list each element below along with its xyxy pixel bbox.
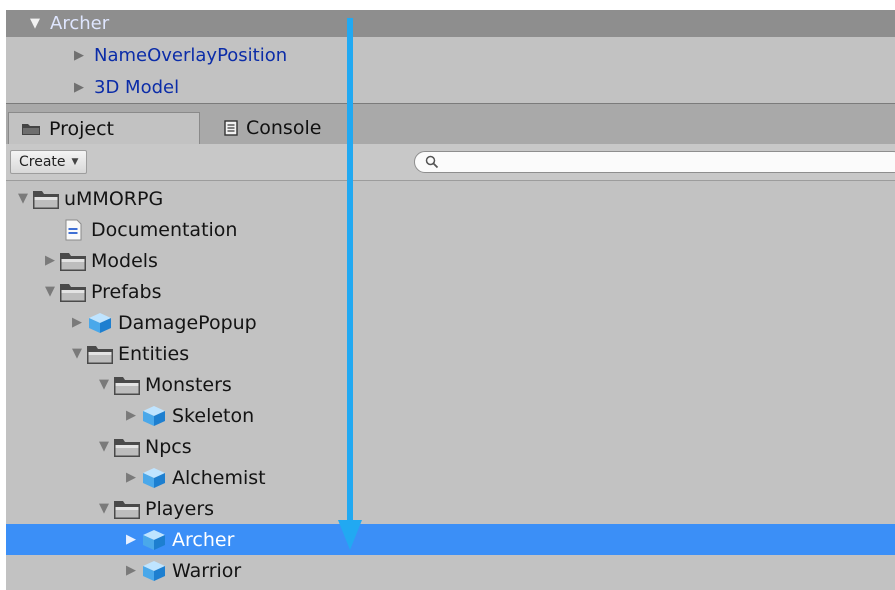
tree-item-label: Documentation	[91, 218, 238, 241]
expanded-triangle-icon[interactable]: ▼	[97, 501, 111, 516]
dropdown-caret-icon: ▼	[71, 157, 79, 167]
tree-item-warrior[interactable]: ▶ Warrior	[6, 555, 895, 586]
tab-bar: Project Console	[6, 104, 895, 144]
tab-console[interactable]: Console	[212, 112, 352, 144]
tree-item-alchemist[interactable]: ▶ Alchemist	[6, 462, 895, 493]
tree-item-label: Players	[145, 497, 215, 520]
project-tree: ▼ uMMORPG Documentation ▶ Models ▼ Prefabs ▶ Dam…	[6, 181, 895, 590]
hierarchy-item-label: 3D Model	[94, 76, 180, 98]
tree-item-skeleton[interactable]: ▶ Skeleton	[6, 400, 895, 431]
expanded-triangle-icon[interactable]: ▼	[70, 346, 84, 361]
tree-item-label: Skeleton	[172, 404, 255, 427]
collapsed-triangle-icon[interactable]: ▶	[70, 315, 84, 330]
hierarchy-item-label: Archer	[50, 12, 110, 34]
collapsed-triangle-icon[interactable]: ▶	[124, 563, 138, 578]
prefab-cube-icon	[86, 312, 114, 334]
hierarchy-item-label: NameOverlayPosition	[94, 44, 288, 66]
tab-label: Console	[246, 117, 322, 139]
hierarchy-panel: ▼ Archer ▶ NameOverlayPosition ▶ 3D Mode…	[6, 10, 895, 103]
project-toolbar: Create ▼	[6, 144, 895, 181]
expanded-triangle-icon[interactable]: ▼	[30, 16, 44, 31]
tree-item-models[interactable]: ▶ Models	[6, 245, 895, 276]
prefab-cube-icon	[140, 405, 168, 427]
search-input[interactable]	[439, 154, 865, 170]
collapsed-triangle-icon[interactable]: ▶	[124, 532, 138, 547]
folder-icon	[113, 436, 141, 458]
tree-item-label: Prefabs	[91, 280, 162, 303]
magnifier-icon	[425, 155, 439, 169]
tree-item-label: Npcs	[145, 435, 192, 458]
tree-item-documentation[interactable]: Documentation	[6, 214, 895, 245]
folder-icon	[59, 250, 87, 272]
create-label: Create	[19, 154, 66, 170]
tree-item-label: Models	[91, 249, 158, 272]
expanded-triangle-icon[interactable]: ▼	[97, 377, 111, 392]
folder-icon	[59, 281, 87, 303]
collapsed-triangle-icon[interactable]: ▶	[124, 408, 138, 423]
prefab-cube-icon	[140, 529, 168, 551]
tree-item-label: Warrior	[172, 559, 242, 582]
search-field[interactable]	[414, 151, 895, 173]
collapsed-triangle-icon[interactable]: ▶	[124, 470, 138, 485]
folder-icon	[113, 374, 141, 396]
tree-item-npcs[interactable]: ▼ Npcs	[6, 431, 895, 462]
expanded-triangle-icon[interactable]: ▼	[43, 284, 57, 299]
tree-item-label: Monsters	[145, 373, 232, 396]
tree-item-entities[interactable]: ▼ Entities	[6, 338, 895, 369]
folder-icon	[22, 123, 40, 135]
tree-item-ummorpg[interactable]: ▼ uMMORPG	[6, 183, 895, 214]
tree-item-archer[interactable]: ▶ Archer	[6, 524, 895, 555]
unity-editor-panels: ▼ Archer ▶ NameOverlayPosition ▶ 3D Mode…	[6, 10, 895, 590]
hierarchy-selection-highlight	[6, 10, 895, 37]
folder-icon	[86, 343, 114, 365]
folder-icon	[113, 498, 141, 520]
prefab-cube-icon	[140, 467, 168, 489]
document-icon	[59, 219, 87, 241]
hierarchy-item-nameoverlayposition[interactable]: ▶ NameOverlayPosition	[74, 40, 287, 70]
tree-item-players[interactable]: ▼ Players	[6, 493, 895, 524]
hierarchy-item-archer[interactable]: ▼ Archer	[30, 10, 109, 38]
tree-item-damagepopup[interactable]: ▶ DamagePopup	[6, 307, 895, 338]
folder-icon	[32, 188, 60, 210]
collapsed-triangle-icon[interactable]: ▶	[74, 48, 88, 63]
expanded-triangle-icon[interactable]: ▼	[16, 191, 30, 206]
hierarchy-item-3d-model[interactable]: ▶ 3D Model	[74, 72, 179, 102]
tree-item-label: DamagePopup	[118, 311, 257, 334]
tree-item-monsters[interactable]: ▼ Monsters	[6, 369, 895, 400]
tree-item-prefabs[interactable]: ▼ Prefabs	[6, 276, 895, 307]
prefab-cube-icon	[140, 560, 168, 582]
expanded-triangle-icon[interactable]: ▼	[97, 439, 111, 454]
tree-item-label: uMMORPG	[64, 187, 164, 210]
tree-item-label: Archer	[172, 528, 235, 551]
tab-project[interactable]: Project	[8, 112, 200, 144]
collapsed-triangle-icon[interactable]: ▶	[74, 80, 88, 95]
console-icon	[224, 120, 238, 136]
tab-label: Project	[49, 117, 115, 140]
create-button[interactable]: Create ▼	[10, 150, 88, 174]
tree-item-label: Alchemist	[172, 466, 266, 489]
tree-item-label: Entities	[118, 342, 190, 365]
collapsed-triangle-icon[interactable]: ▶	[43, 253, 57, 268]
